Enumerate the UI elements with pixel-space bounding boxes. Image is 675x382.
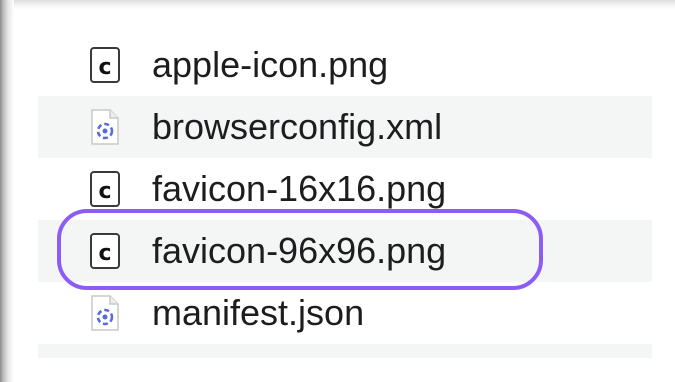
png-c-icon: c — [90, 47, 120, 83]
finder-window: c apple-icon.png browserconfig.xml c fav… — [0, 0, 675, 382]
file-name: apple-icon.png — [152, 44, 389, 85]
file-name: favicon-16x16.png — [152, 168, 447, 209]
xml-file-icon — [90, 109, 120, 145]
png-c-icon: c — [90, 171, 120, 207]
file-row-partial — [38, 344, 652, 358]
file-name: browserconfig.xml — [152, 106, 443, 147]
file-name: favicon-96x96.png — [152, 230, 447, 271]
window-top-edge — [0, 0, 675, 10]
file-row-apple-icon[interactable]: c apple-icon.png — [38, 34, 652, 96]
file-row-browserconfig[interactable]: browserconfig.xml — [38, 96, 652, 158]
window-left-edge — [0, 0, 14, 382]
png-c-icon: c — [90, 233, 120, 269]
file-row-favicon-16[interactable]: c favicon-16x16.png — [38, 158, 652, 220]
svg-text:c: c — [98, 241, 111, 266]
file-row-manifest[interactable]: manifest.json — [38, 282, 652, 344]
json-file-icon — [90, 295, 120, 331]
svg-text:c: c — [98, 179, 111, 204]
file-list: c apple-icon.png browserconfig.xml c fav… — [38, 34, 652, 358]
svg-text:c: c — [98, 55, 111, 80]
file-name: manifest.json — [152, 292, 365, 333]
file-row-favicon-96[interactable]: c favicon-96x96.png — [38, 220, 652, 282]
